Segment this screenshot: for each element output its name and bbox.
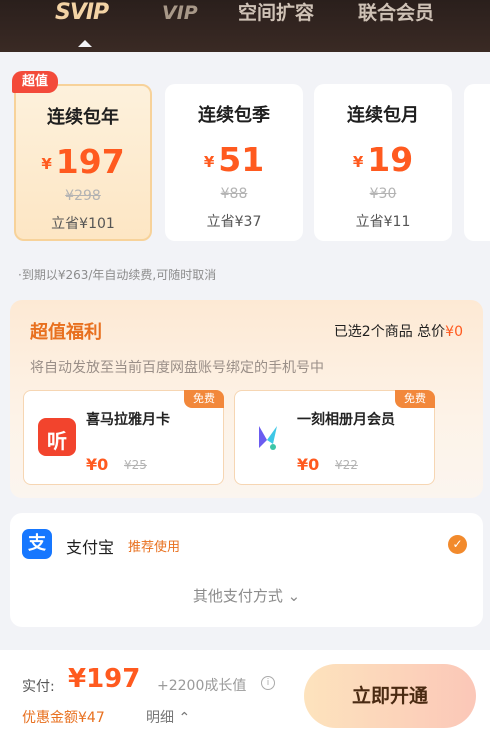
yike-album-icon [249,418,287,456]
plan-card-yearly[interactable]: 连续包年 ¥197 ¥298 立省¥101 [14,84,152,241]
free-badge: 免费 [395,390,435,408]
ximalaya-icon: 听 [38,418,76,456]
plan-price: ¥19 [352,140,414,179]
other-payment-methods-link[interactable]: 其他支付方式 ⌄ [10,585,483,606]
chevron-up-icon: ⌃ [178,710,191,726]
benefits-summary: 已选2个商品 总价¥0 [333,324,463,340]
actual-payment-amount: ¥197 [68,664,141,694]
plan-price: ¥51 [203,140,265,179]
free-badge: 免费 [184,390,224,408]
benefits-panel: 超值福利 已选2个商品 总价¥0 将自动发放至当前百度网盘账号绑定的手机号中 免… [10,300,483,498]
gift-name: 一刻相册月会员 [297,412,395,428]
plan-card-quarterly[interactable]: 连续包季 ¥51 ¥88 立省¥37 [165,84,303,241]
plan-title: 连续包年 [47,107,119,128]
plan-original-price: ¥88 [220,186,248,202]
gift-original-price: ¥22 [335,458,358,472]
active-tab-indicator [78,40,92,47]
payment-method-panel: 支 支付宝 推荐使用 ✓ 其他支付方式 ⌄ [10,513,483,627]
recommended-tag: 推荐使用 [128,540,181,555]
checkout-bar: 实付: ¥197 +2200成长值 i 优惠金额¥47 明细 ⌃ 立即开通 [0,650,490,747]
gift-card-ximalaya[interactable]: 免费 听 喜马拉雅月卡 ¥0 ¥25 [23,390,224,485]
actual-payment-label: 实付: [22,679,55,695]
activate-now-button[interactable]: 立即开通 [304,664,476,728]
info-icon[interactable]: i [261,676,275,690]
details-toggle[interactable]: 明细 ⌃ [146,707,190,727]
chevron-down-icon: ⌄ [287,587,301,605]
checkmark-icon[interactable]: ✓ [448,535,467,554]
plan-savings: 立省¥37 [206,214,262,230]
gift-price: ¥0 [297,455,320,474]
plan-card-partial[interactable] [464,84,490,241]
plan-title: 连续包月 [347,105,419,126]
benefits-description: 将自动发放至当前百度网盘账号绑定的手机号中 [30,360,324,376]
plan-savings: 立省¥101 [51,216,115,232]
auto-renew-note: ·到期以¥263/年自动续费,可随时取消 [18,268,217,282]
gift-name: 喜马拉雅月卡 [86,412,170,428]
top-tab-bar: SVIP VIP 空间扩容 联合会员 [0,0,490,52]
alipay-icon: 支 [22,529,52,559]
payment-method-name[interactable]: 支付宝 [66,534,114,558]
tab-storage-expansion[interactable]: 空间扩容 [238,0,314,36]
tab-vip[interactable]: VIP [162,0,198,36]
plan-original-price: ¥298 [65,188,101,204]
plan-original-price: ¥30 [369,186,397,202]
plan-title: 连续包季 [198,105,270,126]
tab-svip[interactable]: SVIP [55,0,109,36]
plan-price: ¥197 [41,142,125,181]
gift-card-yike[interactable]: 免费 一刻相册月会员 ¥0 ¥22 [234,390,435,485]
best-value-badge: 超值 [12,71,58,93]
growth-value: +2200成长值 [157,678,247,694]
benefits-title: 超值福利 [30,322,102,343]
tab-joint-membership[interactable]: 联合会员 [358,0,434,36]
plan-savings: 立省¥11 [355,214,411,230]
plan-card-monthly[interactable]: 连续包月 ¥19 ¥30 立省¥11 [314,84,452,241]
gift-price: ¥0 [86,455,109,474]
gift-original-price: ¥25 [124,458,147,472]
discount-amount: 优惠金额¥47 [22,710,105,726]
